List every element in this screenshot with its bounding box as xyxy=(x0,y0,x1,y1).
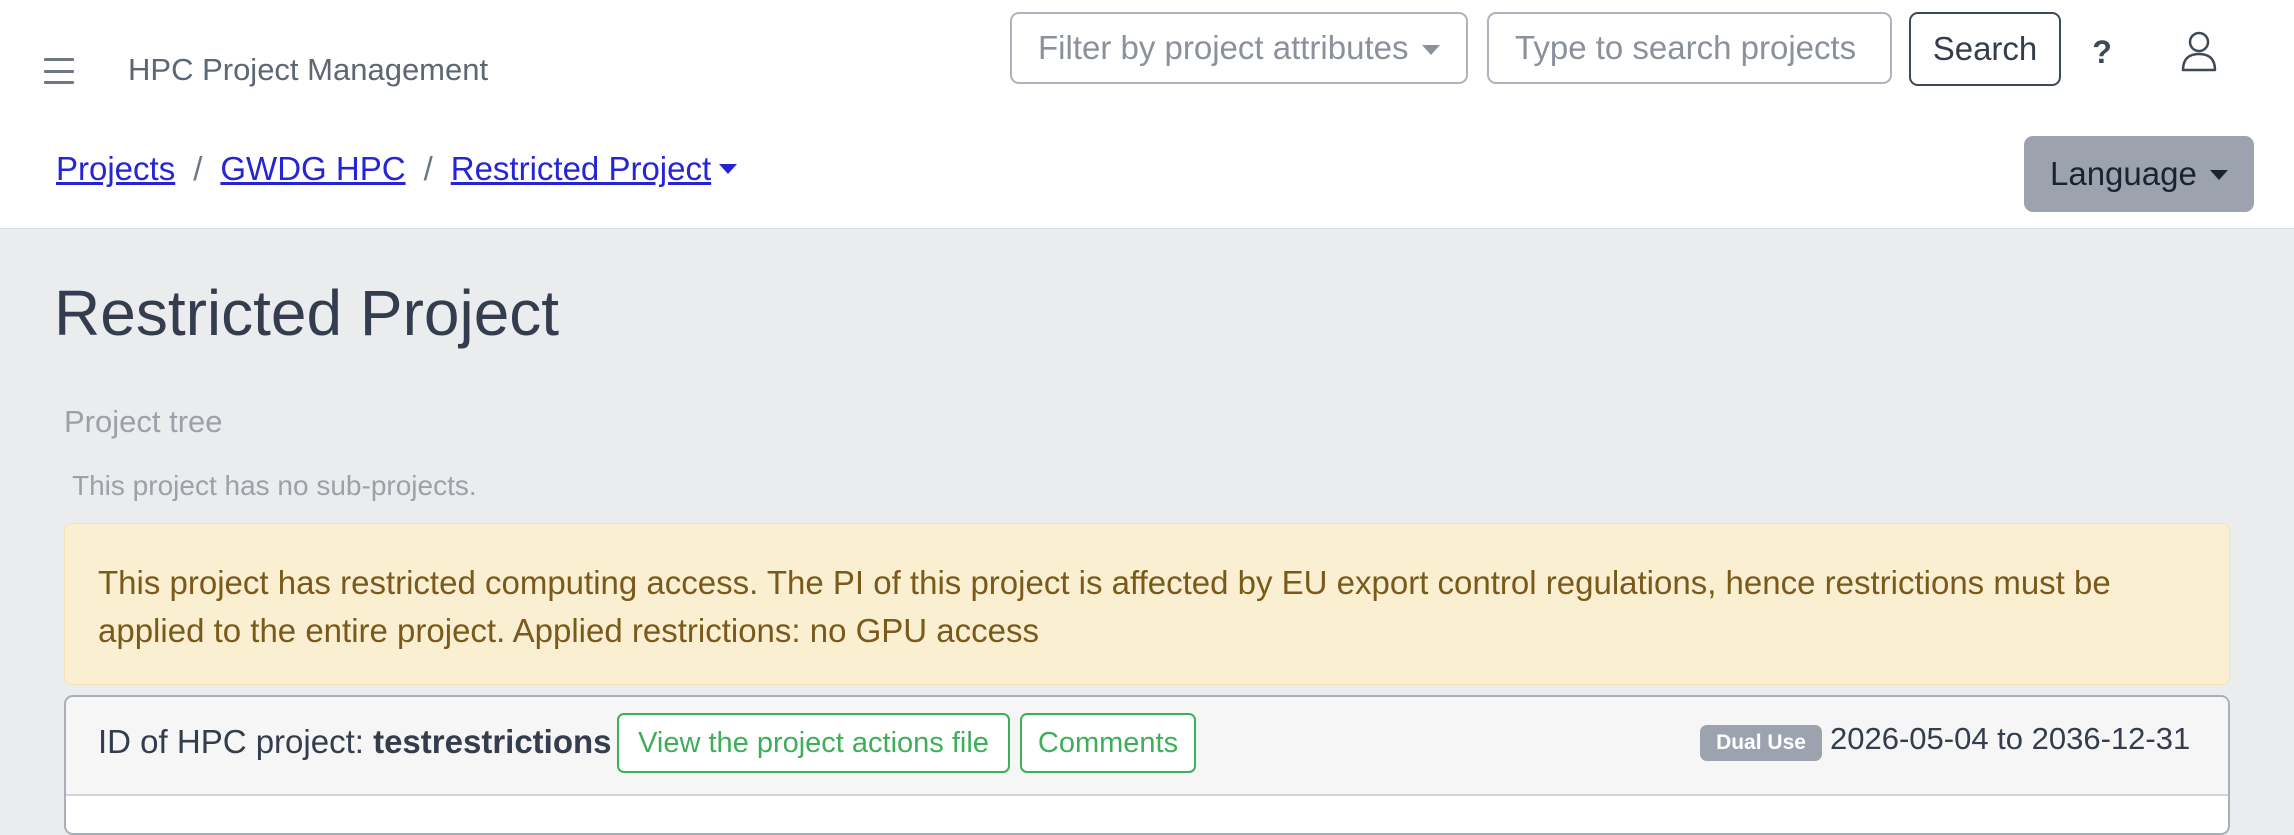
page-title: Restricted Project xyxy=(54,277,560,349)
project-tree-heading: Project tree xyxy=(64,404,223,439)
breadcrumb-separator: / xyxy=(193,150,203,187)
project-id-value: testrestrictions xyxy=(373,723,612,760)
breadcrumb-gwdg-hpc[interactable]: GWDG HPC xyxy=(220,150,405,188)
search-button[interactable]: Search xyxy=(1909,12,2061,86)
language-label: Language xyxy=(2050,155,2197,192)
filter-placeholder: Filter by project attributes xyxy=(1038,29,1409,66)
help-icon[interactable]: ? xyxy=(2087,30,2117,74)
restriction-alert: This project has restricted computing ac… xyxy=(64,523,2230,685)
project-date-range: 2026-05-04 to 2036-12-31 xyxy=(1830,721,2191,756)
breadcrumb-dropdown-caret-icon[interactable] xyxy=(719,164,738,174)
dual-use-badge: Dual Use xyxy=(1700,725,1822,761)
view-actions-file-button[interactable]: View the project actions file xyxy=(617,713,1010,773)
restriction-alert-text: This project has restricted computing ac… xyxy=(98,564,2111,649)
breadcrumb-separator: / xyxy=(423,150,433,187)
breadcrumb-projects[interactable]: Projects xyxy=(56,150,175,188)
no-subprojects-text: This project has no sub-projects. xyxy=(72,470,477,501)
breadcrumb: Projects / GWDG HPC / Restricted Project xyxy=(56,150,738,188)
project-id: ID of HPC project: testrestrictions xyxy=(98,723,612,761)
project-card: ID of HPC project: testrestrictions View… xyxy=(64,695,2230,835)
hamburger-menu-icon[interactable] xyxy=(44,58,74,84)
user-icon[interactable] xyxy=(2180,30,2218,72)
project-id-label: ID of HPC project: xyxy=(98,723,374,760)
search-input[interactable] xyxy=(1487,12,1892,84)
top-bar: HPC Project Management Filter by project… xyxy=(0,0,2294,229)
filter-by-attributes-select[interactable]: Filter by project attributes xyxy=(1010,12,1468,84)
language-dropdown-button[interactable]: Language xyxy=(2024,136,2254,212)
chevron-down-icon xyxy=(2210,170,2228,180)
chevron-down-icon xyxy=(1422,45,1440,55)
project-card-header: ID of HPC project: testrestrictions View… xyxy=(66,697,2228,796)
app-title[interactable]: HPC Project Management xyxy=(128,52,488,88)
comments-button[interactable]: Comments xyxy=(1020,713,1196,773)
breadcrumb-restricted-project[interactable]: Restricted Project xyxy=(451,150,711,188)
